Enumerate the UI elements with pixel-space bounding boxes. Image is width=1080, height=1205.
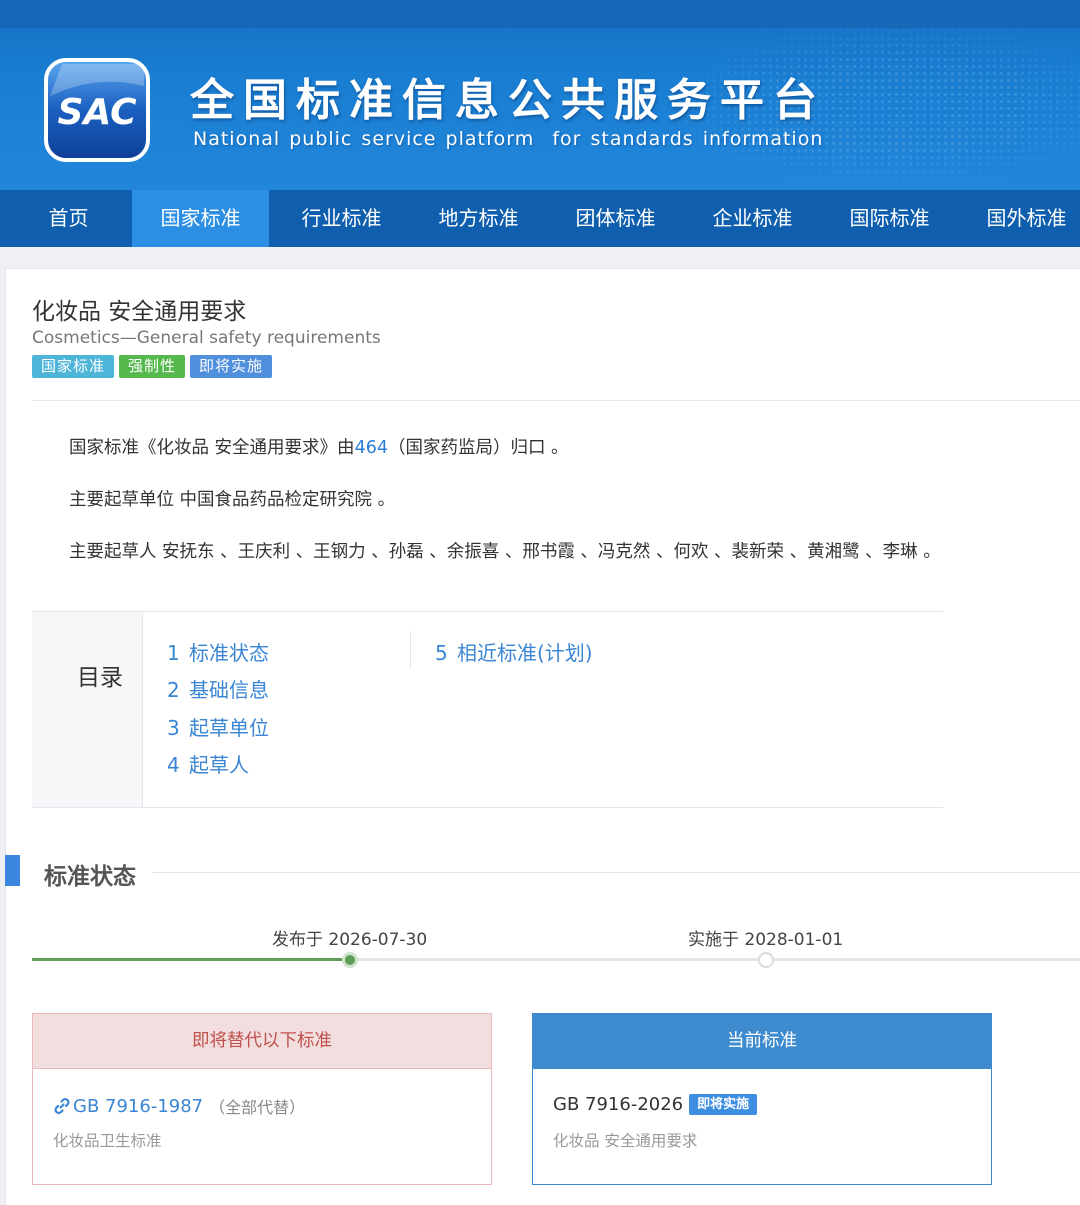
info-line-committee: 国家标准《化妆品 安全通用要求》由464（国家药监局）归口 。	[69, 434, 569, 459]
standard-title-en: Cosmetics—General safety requirements	[32, 328, 381, 348]
standard-title: 化妆品 安全通用要求	[32, 299, 247, 325]
timeline-implemented-dot	[758, 952, 774, 968]
standard-tags: 国家标准 强制性 即将实施	[32, 355, 273, 378]
toc-label-cell: 目录	[32, 612, 143, 807]
link-icon	[54, 1097, 70, 1115]
info-line-drafters: 主要起草人 安抚东 、王庆利 、王钢力 、孙磊 、余振喜 、邢书霞 、冯克然 、…	[69, 542, 941, 562]
toc-item-label: 标准状态	[189, 641, 269, 665]
toc-item-number: 2	[167, 678, 180, 702]
current-standard-code: GB 7916-2026	[553, 1094, 684, 1115]
nav-item-national-standards[interactable]: 国家标准	[132, 190, 269, 247]
tag-national-standard: 国家标准	[32, 355, 115, 378]
toc-item-basic-info[interactable]: 2 基础信息	[167, 674, 269, 703]
current-standard-badge: 即将实施	[689, 1094, 758, 1115]
toc-item-number: 5	[435, 641, 448, 665]
toc-item-label: 起草人	[189, 753, 249, 777]
timeline-implemented-label: 实施于 2028-01-01	[688, 930, 844, 950]
current-standard-name: 化妆品 安全通用要求	[553, 1132, 698, 1150]
main-nav: 首页 国家标准 行业标准 地方标准 团体标准 企业标准 国际标准 国外标准	[0, 190, 1080, 247]
current-box-header: 当前标准	[533, 1014, 991, 1069]
nav-item-international-standards[interactable]: 国际标准	[821, 190, 958, 247]
toc-label: 目录	[77, 665, 123, 691]
toc-item-number: 3	[167, 716, 180, 740]
info-line1-suffix: （国家药监局）归口 。	[387, 438, 569, 458]
replaced-standards-box: 即将替代以下标准 GB 7916-1987 （全部代替） 化妆品卫生标准	[32, 1013, 492, 1185]
timeline-published-dot	[342, 952, 358, 968]
nav-item-industry-standards[interactable]: 行业标准	[273, 190, 410, 247]
current-standard-box: 当前标准 GB 7916-2026 即将实施 化妆品 安全通用要求	[532, 1013, 992, 1185]
nav-item-enterprise-standards[interactable]: 企业标准	[684, 190, 821, 247]
site-title-cn: 全国标准信息公共服务平台	[190, 75, 826, 126]
current-standard-row: GB 7916-2026 即将实施	[553, 1094, 758, 1115]
timeline-published-label: 发布于 2026-07-30	[272, 930, 428, 950]
logo-text: SAC	[57, 92, 137, 133]
tag-mandatory: 强制性	[119, 355, 186, 378]
toc-column-divider	[410, 631, 411, 669]
tag-upcoming: 即将实施	[190, 355, 273, 378]
replaced-standard-code-link[interactable]: GB 7916-1987	[73, 1096, 203, 1117]
nav-item-local-standards[interactable]: 地方标准	[410, 190, 547, 247]
toc-item-label: 基础信息	[189, 678, 269, 702]
toc-item-number: 4	[167, 753, 180, 777]
toc-item-status[interactable]: 1 标准状态	[167, 637, 269, 666]
site-title-en: National public service platform for sta…	[193, 128, 824, 150]
replaced-standard-row: GB 7916-1987 （全部代替）	[53, 1094, 305, 1118]
info-line1-prefix: 国家标准《化妆品 安全通用要求》由	[69, 438, 355, 458]
replaced-box-header: 即将替代以下标准	[33, 1014, 491, 1069]
sac-logo[interactable]: SAC	[42, 56, 152, 164]
replaced-standard-name: 化妆品卫生标准	[53, 1132, 162, 1150]
toc-item-drafters[interactable]: 4 起草人	[167, 749, 249, 778]
section-divider	[152, 872, 1080, 873]
toc-item-drafting-unit[interactable]: 3 起草单位	[167, 712, 269, 741]
toc-item-related-standards[interactable]: 5 相近标准(计划)	[435, 637, 593, 666]
replacement-note: （全部代替）	[209, 1098, 306, 1117]
section-title-status: 标准状态	[44, 864, 136, 890]
committee-link[interactable]: 464	[355, 438, 388, 458]
nav-item-home[interactable]: 首页	[0, 190, 137, 247]
toc-item-label: 起草单位	[189, 716, 269, 740]
timeline-progress	[32, 958, 350, 961]
site-banner: SAC 全国标准信息公共服务平台 National public service…	[0, 0, 1080, 190]
toc-item-label: 相近标准(计划)	[457, 641, 593, 665]
nav-item-group-standards[interactable]: 团体标准	[547, 190, 684, 247]
divider	[32, 400, 1080, 401]
section-accent-bar	[5, 855, 20, 886]
toc-item-number: 1	[167, 641, 180, 665]
nav-item-foreign-standards[interactable]: 国外标准	[958, 190, 1080, 247]
info-line-drafting-unit: 主要起草单位 中国食品药品检定研究院 。	[69, 490, 396, 510]
